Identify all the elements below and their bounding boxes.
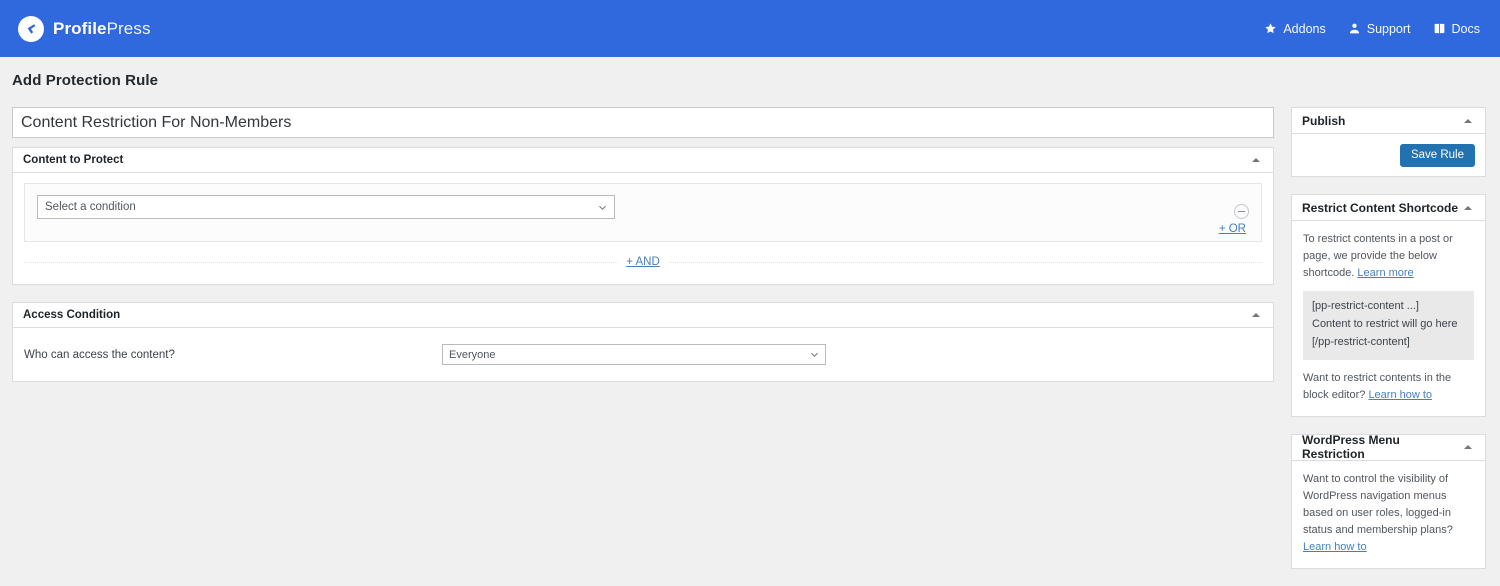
content-to-protect-body: Select a condition + OR + AND [13,173,1273,284]
caret-up-icon[interactable] [1461,440,1475,454]
condition-group: Select a condition + OR [24,183,1262,242]
and-divider: + AND [24,249,1262,275]
shortcode-intro: To restrict contents in a post or page, … [1303,231,1474,282]
condition-select-value: Select a condition [45,201,136,213]
publish-panel: Publish Save Rule [1291,107,1486,177]
nav-label-addons: Addons [1283,21,1326,36]
shortcode-title: Restrict Content Shortcode [1302,200,1459,215]
or-row: + OR [37,219,1249,235]
menu-restriction-panel: WordPress Menu Restriction Want to contr… [1291,433,1486,569]
star-icon [1264,22,1277,35]
shortcode-line-1: [pp-restrict-content ...] [1312,300,1419,313]
access-condition-panel: Access Condition Who can access the cont… [12,302,1274,382]
content-to-protect-header[interactable]: Content to Protect [13,148,1273,173]
rule-title-input[interactable] [12,107,1274,138]
minus-circle-icon[interactable] [1234,203,1249,219]
publish-title: Publish [1302,113,1346,128]
shortcode-panel: Restrict Content Shortcode To restrict c… [1291,194,1486,417]
access-condition-body: Who can access the content? Everyone [13,328,1273,381]
access-select-value: Everyone [449,348,496,361]
nav-label-docs: Docs [1451,21,1480,36]
nav-label-support: Support [1366,21,1411,36]
shortcode-body: To restrict contents in a post or page, … [1292,221,1485,416]
menu-restriction-text: Want to control the visibility of WordPr… [1303,472,1453,536]
header-nav: Addons Support Docs [1264,22,1480,36]
access-select[interactable]: Everyone [442,344,826,365]
caret-up-icon[interactable] [1461,114,1475,128]
add-and-condition-link[interactable]: + AND [618,256,668,268]
book-icon [1433,22,1446,35]
app-header: ProfilePress Addons Support Docs [0,0,1500,57]
condition-row: Select a condition [37,195,1249,219]
user-icon [1348,22,1361,35]
access-condition-header[interactable]: Access Condition [13,303,1273,328]
caret-up-icon[interactable] [1249,308,1263,322]
shortcode-line-3: [/pp-restrict-content] [1312,335,1410,348]
brand-name-bold: Profile [53,18,107,38]
access-condition-title: Access Condition [23,309,121,321]
chevron-down-icon [810,350,819,359]
nav-item-addons[interactable]: Addons [1264,21,1326,36]
page-title: Add Protection Rule [12,72,159,89]
content-to-protect-title: Content to Protect [23,154,124,166]
menu-restriction-body: Want to control the visibility of WordPr… [1292,461,1485,568]
shortcode-header[interactable]: Restrict Content Shortcode [1292,195,1485,221]
publish-body: Save Rule [1292,134,1485,176]
profilepress-arrow-badge-icon [18,15,44,42]
brand-logo[interactable]: ProfilePress [18,15,151,42]
add-or-condition-link[interactable]: + OR [1219,223,1246,235]
menu-restriction-title: WordPress Menu Restriction [1302,433,1400,462]
nav-item-docs[interactable]: Docs [1433,22,1480,36]
brand-name-light: Press [106,18,151,38]
caret-up-icon[interactable] [1461,201,1475,215]
shortcode-line-2: Content to restrict will go here [1312,317,1458,330]
publish-header[interactable]: Publish [1292,108,1485,134]
chevron-down-icon [598,203,607,212]
access-question-label: Who can access the content? [24,348,175,361]
save-rule-button[interactable]: Save Rule [1399,143,1475,167]
menu-restriction-link[interactable]: Learn how to [1303,541,1367,553]
shortcode-code-block[interactable]: [pp-restrict-content ...] Content to res… [1303,291,1474,360]
main-content: Content to Protect Select a condition [12,107,1274,382]
condition-select[interactable]: Select a condition [37,195,615,219]
menu-restriction-header[interactable]: WordPress Menu Restriction [1292,433,1485,462]
menu-restriction-text-wrap: Want to control the visibility of WordPr… [1303,471,1474,556]
caret-up-icon[interactable] [1249,153,1263,167]
sidebar: Publish Save Rule Restrict Content Short… [1291,107,1486,586]
nav-item-support[interactable]: Support [1348,22,1411,36]
content-to-protect-panel: Content to Protect Select a condition + … [12,147,1274,285]
brand-name: ProfilePress [53,19,151,39]
shortcode-learn-more-link[interactable]: Learn more [1357,267,1413,279]
shortcode-block-editor-link[interactable]: Learn how to [1368,389,1432,401]
shortcode-outro: Want to restrict contents in the block e… [1303,370,1474,404]
